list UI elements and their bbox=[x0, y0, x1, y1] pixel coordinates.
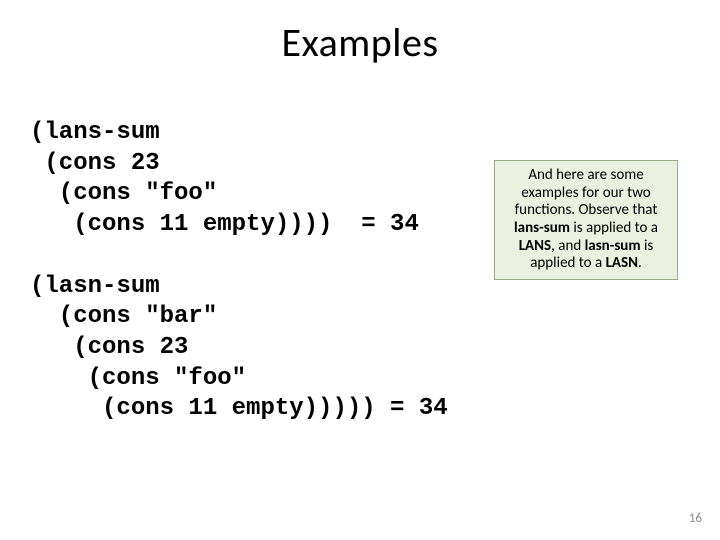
callout-bold: lans-sum bbox=[514, 219, 570, 237]
callout-text: And here are some examples for our two f… bbox=[515, 166, 658, 219]
callout-bold: lasn-sum bbox=[585, 237, 641, 255]
callout-text: . bbox=[638, 254, 642, 272]
callout-box: And here are some examples for our two f… bbox=[494, 160, 678, 280]
page-number: 16 bbox=[689, 511, 702, 526]
slide: Examples (lans-sum (cons 23 (cons "foo" … bbox=[0, 0, 720, 540]
callout-text: is applied to a bbox=[570, 219, 658, 237]
callout-bold: LANS bbox=[519, 237, 551, 255]
slide-title: Examples bbox=[0, 0, 720, 67]
callout-bold: LASN bbox=[606, 254, 638, 272]
callout-text: , and bbox=[551, 237, 584, 255]
code-block: (lans-sum (cons 23 (cons "foo" (cons 11 … bbox=[30, 118, 448, 425]
